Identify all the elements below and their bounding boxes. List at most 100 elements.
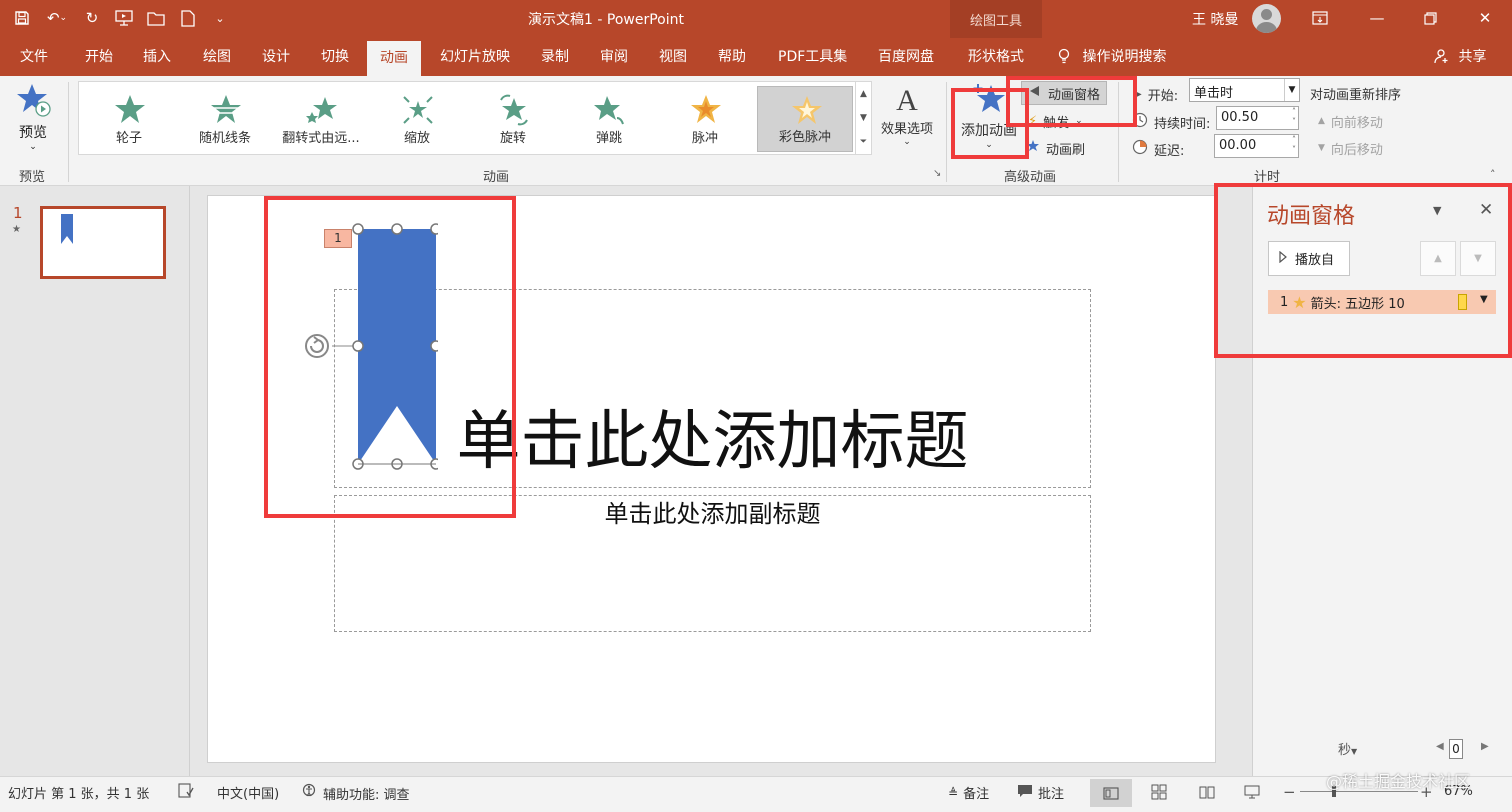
tab-help[interactable]: 帮助 xyxy=(712,38,752,76)
swivel-star-icon xyxy=(500,94,528,126)
group-label-advanced: 高级动画 xyxy=(1004,170,1057,185)
ribbon-display-options-icon[interactable] xyxy=(1305,6,1335,30)
restore-icon[interactable] xyxy=(1415,6,1445,30)
tab-view[interactable]: 视图 xyxy=(653,38,693,76)
spelling-check-icon[interactable] xyxy=(178,783,194,798)
tab-review[interactable]: 审阅 xyxy=(594,38,634,76)
color-pulse-star-icon xyxy=(792,96,822,124)
move-later-label: 向后移动 xyxy=(1330,142,1383,158)
highlight-box xyxy=(1006,76,1137,127)
tab-file[interactable]: 文件 xyxy=(14,38,54,76)
move-later-button[interactable]: ▼ 向后移动 xyxy=(1318,137,1383,159)
close-icon[interactable]: ✕ xyxy=(1470,6,1500,30)
title-bar: ↶ ⌄ ↻ ⌄ 演示文稿1 - PowerPoint 绘图工具 王 晓曼 — ✕ xyxy=(0,0,1512,38)
move-earlier-button[interactable]: ▲ 向前移动 xyxy=(1318,110,1383,132)
delay-row: 延迟: xyxy=(1132,137,1184,161)
time-unit-select[interactable]: 秒▼ xyxy=(1338,739,1357,758)
notes-button[interactable]: ≜ 备注 xyxy=(948,783,989,803)
chevron-down-icon: ▼ xyxy=(1351,747,1358,756)
normal-view-icon[interactable] xyxy=(1090,779,1132,807)
duration-row: 持续时间: xyxy=(1132,110,1210,134)
delay-input[interactable]: 00.00 ˄ ˅ xyxy=(1214,134,1299,158)
tab-home[interactable]: 开始 xyxy=(79,38,119,76)
animation-random-bars[interactable]: 随机线条 xyxy=(177,86,273,152)
slide-thumbnail-pane: 1 ★ xyxy=(0,186,190,776)
ribbon-tabs: 文件 开始 插入 绘图 设计 切换 动画 幻灯片放映 录制 审阅 视图 帮助 P… xyxy=(0,38,1512,76)
accessibility-label: 辅助功能: 调查 xyxy=(323,787,410,803)
random-bars-star-icon xyxy=(211,95,241,123)
effect-options-button[interactable]: A 效果选项 ⌄ xyxy=(876,84,938,147)
spinner-icon[interactable]: ˄ ˅ xyxy=(1292,107,1296,127)
accessibility-icon xyxy=(302,783,318,803)
gallery-up-icon[interactable]: ▲ xyxy=(856,82,871,106)
group-label-preview: 预览 xyxy=(19,170,46,185)
tab-transitions[interactable]: 切换 xyxy=(315,38,355,76)
share-label: 共享 xyxy=(1458,49,1487,65)
zoom-out-icon[interactable]: − xyxy=(1283,783,1296,801)
tab-record[interactable]: 录制 xyxy=(535,38,575,76)
tab-baidu-netdisk[interactable]: 百度网盘 xyxy=(872,38,940,76)
pulse-star-icon xyxy=(691,95,721,123)
tab-slideshow[interactable]: 幻灯片放映 xyxy=(434,38,516,76)
comments-button[interactable]: 批注 xyxy=(1017,783,1064,802)
bounce-star-icon xyxy=(594,96,624,125)
user-name[interactable]: 王 晓曼 xyxy=(1192,9,1238,29)
tab-shape-format[interactable]: 形状格式 xyxy=(962,38,1030,76)
arrow-up-icon: ▲ xyxy=(1318,116,1325,126)
collapse-ribbon-icon[interactable]: ˄ xyxy=(1490,168,1496,181)
notes-icon: ≜ xyxy=(948,785,959,800)
reading-view-icon[interactable] xyxy=(1199,784,1215,804)
reorder-title: 对动画重新排序 xyxy=(1310,87,1402,103)
timeline-left-icon[interactable]: ◀ xyxy=(1436,741,1444,752)
spinner-icon[interactable]: ˄ ˅ xyxy=(1292,135,1296,155)
animation-pulse[interactable]: 脉冲 xyxy=(657,86,753,152)
animation-grow-turn[interactable]: 翻转式由远... xyxy=(273,86,369,152)
gallery-more-icon[interactable]: ⏷ xyxy=(856,130,871,154)
animation-gallery: 轮子 随机线条 翻转式由远... 缩放 旋转 弹跳 脉冲 彩色脉冲 ▲ ▼ ⏷ xyxy=(78,81,872,155)
animation-color-pulse[interactable]: 彩色脉冲 xyxy=(757,86,853,152)
start-select[interactable]: 单击时 ▼ xyxy=(1189,78,1300,102)
tab-insert[interactable]: 插入 xyxy=(137,38,177,76)
duration-value: 00.50 xyxy=(1221,110,1259,125)
gallery-scroll[interactable]: ▲ ▼ ⏷ xyxy=(855,82,871,154)
share-button[interactable]: 共享 xyxy=(1434,38,1486,76)
animation-label: 弹跳 xyxy=(595,131,622,146)
effect-options-label: 效果选项 xyxy=(880,122,933,137)
slide-thumbnail[interactable] xyxy=(40,206,166,279)
start-label: 开始: xyxy=(1147,88,1179,104)
animation-zoom[interactable]: 缩放 xyxy=(369,86,465,152)
arrow-down-icon: ▼ xyxy=(1318,143,1325,153)
highlight-box xyxy=(264,196,516,518)
slideshow-view-icon[interactable] xyxy=(1244,784,1260,804)
person-add-icon xyxy=(1434,49,1454,65)
zoom-star-icon xyxy=(403,96,433,124)
animation-painter-label: 动画刷 xyxy=(1046,142,1086,158)
tab-animations[interactable]: 动画 xyxy=(367,41,421,76)
tell-me-search[interactable]: 操作说明搜索 xyxy=(1058,38,1166,76)
status-bar: 幻灯片 第 1 张，共 1 张 中文(中国) 辅助功能: 调查 ≜ 备注 批注 … xyxy=(0,772,1512,812)
slide-sorter-icon[interactable] xyxy=(1151,784,1167,804)
minimize-icon[interactable]: — xyxy=(1362,6,1392,30)
animation-label: 随机线条 xyxy=(198,131,251,146)
time-unit-label: 秒 xyxy=(1338,743,1352,758)
chevron-down-icon: ⌄ xyxy=(903,137,911,147)
timeline-value[interactable]: 0 xyxy=(1449,739,1463,759)
chevron-down-icon: ⌄ xyxy=(29,142,37,152)
dialog-launcher-icon[interactable]: ↘ xyxy=(933,168,941,179)
tab-draw[interactable]: 绘图 xyxy=(197,38,237,76)
thumbnail-ribbon-shape xyxy=(61,214,73,244)
gallery-down-icon[interactable]: ▼ xyxy=(856,106,871,130)
preview-button[interactable]: 预览 ⌄ xyxy=(10,82,56,152)
timeline-right-icon[interactable]: ▶ xyxy=(1481,741,1489,752)
tab-pdf-tools[interactable]: PDF工具集 xyxy=(772,38,853,76)
accessibility-button[interactable]: 辅助功能: 调查 xyxy=(302,783,410,803)
tab-design[interactable]: 设计 xyxy=(256,38,296,76)
animation-painter-button[interactable]: 动画刷 xyxy=(1026,137,1085,159)
animation-bounce[interactable]: 弹跳 xyxy=(561,86,657,152)
duration-input[interactable]: 00.50 ˄ ˅ xyxy=(1216,106,1299,130)
language-indicator[interactable]: 中文(中国) xyxy=(217,783,279,802)
animation-swivel[interactable]: 旋转 xyxy=(465,86,561,152)
grow-turn-star-icon xyxy=(306,97,337,123)
animation-wheel[interactable]: 轮子 xyxy=(81,86,177,152)
avatar[interactable] xyxy=(1252,4,1281,33)
